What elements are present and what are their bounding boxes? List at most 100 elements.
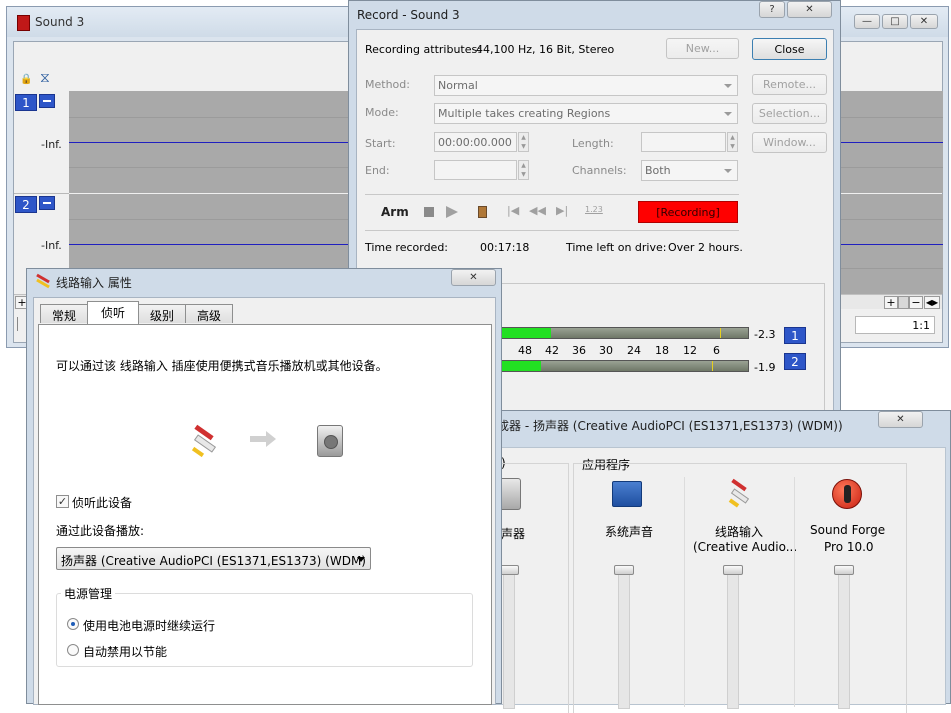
line-in-label-2: (Creative Audio... <box>693 540 798 554</box>
start-field[interactable]: 00:00:00.000 <box>434 132 517 152</box>
meter-1-fill <box>496 328 551 338</box>
end-field[interactable] <box>434 160 517 180</box>
track1-level-label: -Inf. <box>41 138 62 151</box>
method-combo[interactable]: Normal <box>434 75 738 96</box>
track2-number[interactable]: 2 <box>15 196 37 213</box>
playback-device-select[interactable]: 扬声器 (Creative AudioPCI (ES1371,ES1373) (… <box>56 547 371 570</box>
power-option-continue-radio[interactable] <box>67 618 79 630</box>
meter-1-bar <box>495 327 749 339</box>
channels-combo[interactable]: Both <box>641 160 738 181</box>
minimize-button[interactable]: — <box>854 14 880 29</box>
power-option-continue-label: 使用电池电源时继续运行 <box>83 619 216 633</box>
system-sounds-volume-thumb[interactable] <box>614 565 634 575</box>
line-in-dialog-title: 线路输入 属性 <box>56 276 132 290</box>
close-button[interactable]: Close <box>752 38 827 60</box>
stop-icon[interactable] <box>424 207 434 217</box>
listen-checkbox[interactable]: ✓ <box>56 495 69 508</box>
time-left-label: Time left on drive: <box>566 241 667 254</box>
system-sounds-icon[interactable] <box>612 481 642 507</box>
maximize-button[interactable]: □ <box>882 14 908 29</box>
help-button[interactable]: ? <box>759 1 785 18</box>
system-sounds-volume-track[interactable] <box>618 569 630 709</box>
meter-tick-label: 18 <box>655 344 669 357</box>
listen-description: 可以通过该 线路输入 插座使用便携式音乐播放机或其他设备。 <box>56 359 388 373</box>
meter-tick-label: 6 <box>713 344 720 357</box>
tab-listen[interactable]: 侦听 <box>87 301 139 324</box>
power-management-label: 电源管理 <box>61 585 116 602</box>
meter-tick-label: 30 <box>599 344 613 357</box>
go-to-end-icon[interactable]: ▶| <box>556 204 568 217</box>
line-in-volume-track[interactable] <box>727 569 739 709</box>
meter-scale: 48 42 36 30 24 18 12 6 <box>495 341 749 359</box>
speaker-label: 声器 <box>501 527 526 541</box>
sound-forge-volume-thumb[interactable] <box>834 565 854 575</box>
zoom-in-button[interactable]: + <box>884 296 898 309</box>
track1-number[interactable]: 1 <box>15 94 37 111</box>
mixer-close-button[interactable]: ✕ <box>878 411 923 428</box>
method-value: Normal <box>438 79 478 92</box>
sound-forge-label-1: Sound Forge <box>810 523 886 537</box>
mode-label: Mode: <box>365 106 399 119</box>
power-option-disable-radio[interactable] <box>67 644 79 656</box>
time-recorded-label: Time recorded: <box>365 241 449 254</box>
go-to-start-icon[interactable]: |◀ <box>507 204 519 217</box>
record-close-x-button[interactable]: ✕ <box>787 1 832 18</box>
zoom-slider[interactable] <box>898 296 909 309</box>
meter-1-channel[interactable]: 1 <box>784 327 806 344</box>
new-button[interactable]: New... <box>666 38 739 59</box>
recording-attributes-value: 44,100 Hz, 16 Bit, Stereo <box>476 43 615 56</box>
marker-icon[interactable] <box>478 206 487 218</box>
meter-tick-label: 48 <box>518 344 532 357</box>
meter-2-peak-marker <box>712 361 713 371</box>
meter-2-channel[interactable]: 2 <box>784 353 806 370</box>
zoom-out-button[interactable]: − <box>909 296 923 309</box>
tab-general[interactable]: 常规 <box>40 304 88 323</box>
mode-combo[interactable]: Multiple takes creating Regions <box>434 103 738 124</box>
meter-1-peak: -2.3 <box>754 328 776 341</box>
speaker-volume-thumb[interactable] <box>499 565 519 575</box>
speaker-icon[interactable] <box>501 478 521 510</box>
speaker-volume-track[interactable] <box>503 569 515 709</box>
selection-button[interactable]: Selection... <box>752 103 827 124</box>
recording-status: [Recording] <box>638 201 738 223</box>
tab-advanced[interactable]: 高级 <box>185 304 233 323</box>
chevron-down-icon <box>357 557 365 562</box>
zoom-ratio: 1:1 <box>855 316 935 334</box>
method-label: Method: <box>365 78 410 91</box>
transport-divider-bottom <box>365 230 739 231</box>
time-left-value: Over 2 hours. <box>668 241 743 254</box>
rewind-icon[interactable]: ◀◀ <box>529 204 546 217</box>
sound-forge-icon[interactable] <box>832 479 862 509</box>
power-option-disable-label: 自动禁用以节能 <box>83 645 168 659</box>
line-in-cable-icon[interactable] <box>727 478 751 509</box>
channels-label: Channels: <box>572 164 627 177</box>
end-spinner[interactable]: ▲ ▼ <box>518 160 529 180</box>
remote-button[interactable]: Remote... <box>752 74 827 95</box>
length-field[interactable] <box>641 132 726 152</box>
line-in-cable-icon <box>190 424 220 458</box>
sound-forge-volume-track[interactable] <box>838 569 850 709</box>
start-spinner[interactable]: ▲ ▼ <box>518 132 529 152</box>
snap-icon[interactable]: ⧖ <box>40 70 50 86</box>
count-icon[interactable]: 1.23 <box>585 205 603 214</box>
play-icon[interactable] <box>446 206 458 218</box>
channels-value: Both <box>645 164 671 177</box>
record-dialog-title: Record - Sound 3 <box>357 8 460 22</box>
lock-icon[interactable]: 🔒 <box>20 74 32 85</box>
track2-minimize-icon[interactable] <box>39 196 55 210</box>
track1-minimize-icon[interactable] <box>39 94 55 108</box>
system-sounds-label: 系统声音 <box>605 525 654 539</box>
sound-file-icon <box>17 15 30 31</box>
arm-button[interactable]: Arm <box>381 205 409 219</box>
length-spinner[interactable]: ▲ ▼ <box>727 132 738 152</box>
scroll-both-button[interactable]: ◀▶ <box>924 296 940 309</box>
tab-levels[interactable]: 级别 <box>138 304 186 323</box>
window-button[interactable]: Window... <box>752 132 827 153</box>
meter-tick-label: 24 <box>627 344 641 357</box>
recording-attributes-label: Recording attributes: <box>365 43 481 56</box>
transport-divider-top <box>365 194 739 195</box>
app-column-divider <box>684 477 685 707</box>
line-in-volume-thumb[interactable] <box>723 565 743 575</box>
line-in-close-button[interactable]: ✕ <box>451 269 496 286</box>
close-window-button[interactable]: ✕ <box>910 14 938 29</box>
